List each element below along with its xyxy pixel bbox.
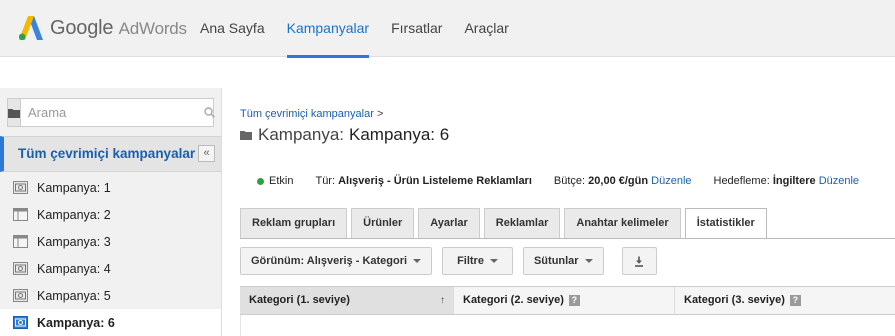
view-dropdown-label: Görünüm: Alışveriş - Kategori (251, 255, 408, 267)
filter-dropdown-label: Filtre (457, 255, 484, 267)
campaign-label: Kampanya: 1 (37, 180, 111, 195)
search-campaign-icon (13, 235, 28, 248)
campaign-list: Kampanya: 1 Kampanya: 2 Kampanya: 3 Kamp… (0, 174, 221, 336)
caret-down-icon (489, 259, 498, 263)
search-icon (204, 107, 215, 118)
budget-value: 20,00 €/gün (588, 175, 649, 187)
shopping-campaign-icon (13, 316, 28, 329)
folder-icon (240, 131, 252, 140)
search-input[interactable] (21, 99, 204, 126)
tab-statistics[interactable]: İstatistikler (684, 208, 767, 239)
tabs-divider (240, 238, 895, 239)
columns-dropdown-button[interactable]: Sütunlar (522, 247, 604, 275)
nav-campaigns[interactable]: Kampanyalar (286, 0, 369, 58)
table-header: Kategori (1. seviye) ↑ Kategori (2. sevi… (240, 286, 895, 315)
status-text: Etkin (269, 175, 294, 187)
caret-down-icon (584, 259, 593, 263)
logo-wordmark: Google AdWords (50, 17, 187, 40)
status-dot-icon (257, 177, 264, 185)
type-value: Alışveriş - Ürün Listeleme Reklamları (338, 175, 532, 187)
adwords-logo[interactable]: Google AdWords (18, 14, 187, 42)
folder-icon (8, 108, 20, 118)
download-icon (635, 256, 644, 267)
sidebar-item-campaign-3[interactable]: Kampanya: 3 (0, 228, 221, 255)
main-content: Tüm çevrimiçi kampanyalar > Kampanya: Ka… (222, 88, 895, 336)
search-campaign-icon (13, 208, 28, 221)
column-header-category-1[interactable]: Kategori (1. seviye) ↑ (240, 287, 454, 314)
shopping-campaign-icon (13, 289, 28, 302)
shopping-campaign-icon (13, 262, 28, 275)
caret-down-icon (413, 259, 422, 263)
collapse-sidebar-button[interactable]: « (198, 145, 215, 162)
double-chevron-left-icon: « (203, 147, 210, 159)
breadcrumb-separator: > (376, 108, 384, 120)
filter-dropdown-button[interactable]: Filtre (442, 247, 513, 275)
targeting-label: Hedefleme: (713, 175, 770, 187)
column-header-category-3[interactable]: Kategori (3. seviye) ? (675, 287, 895, 314)
nav-opportunities[interactable]: Fırsatlar (391, 0, 442, 57)
campaign-tabs: Reklam grupları Ürünler Ayarlar Reklamla… (240, 208, 771, 239)
tab-ad-groups[interactable]: Reklam grupları (240, 208, 348, 238)
breadcrumb-link[interactable]: Tüm çevrimiçi kampanyalar (240, 108, 374, 120)
campaign-label: Kampanya: 3 (37, 234, 111, 249)
sidebar-item-campaign-5[interactable]: Kampanya: 5 (0, 282, 221, 309)
campaign-label: Kampanya: 2 (37, 207, 111, 222)
sidebar-item-campaign-6[interactable]: Kampanya: 6 (0, 309, 221, 336)
column-header-category-2[interactable]: Kategori (2. seviye) ? (454, 287, 675, 314)
column-header-label: Kategori (2. seviye) (463, 294, 564, 306)
tab-keywords[interactable]: Anahtar kelimeler (564, 208, 681, 238)
page-title-value: Kampanya: 6 (349, 125, 450, 144)
logo-product: AdWords (118, 18, 187, 38)
column-header-label: Kategori (3. seviye) (684, 294, 785, 306)
sidebar-item-campaign-4[interactable]: Kampanya: 4 (0, 255, 221, 282)
sidebar: Tüm çevrimiçi kampanyalar « Kampanya: 1 … (0, 88, 222, 336)
nav-tools[interactable]: Araçlar (464, 0, 508, 57)
logo-google: Google (50, 16, 114, 39)
tab-ads[interactable]: Reklamlar (483, 208, 561, 238)
sidebar-all-campaigns[interactable]: Tüm çevrimiçi kampanyalar « (0, 136, 221, 172)
campaign-label: Kampanya: 5 (37, 288, 111, 303)
campaign-label: Kampanya: 4 (37, 261, 111, 276)
sort-ascending-icon: ↑ (440, 295, 445, 306)
table-toolbar: Görünüm: Alışveriş - Kategori Filtre Süt… (240, 247, 667, 275)
sidebar-item-campaign-2[interactable]: Kampanya: 2 (0, 201, 221, 228)
page-title-label: Kampanya: (258, 125, 344, 144)
download-button[interactable] (621, 247, 657, 275)
top-bar: Google AdWords Ana Sayfa Kampanyalar Fır… (0, 0, 895, 58)
type-label: Tür: (315, 175, 336, 187)
column-header-label: Kategori (1. seviye) (249, 294, 350, 306)
table-body (240, 315, 895, 336)
page-title: Kampanya: Kampanya: 6 (240, 125, 449, 145)
view-dropdown-button[interactable]: Görünüm: Alışveriş - Kategori (240, 247, 433, 275)
columns-dropdown-label: Sütunlar (533, 255, 579, 267)
folder-toggle-button[interactable] (8, 99, 21, 126)
help-icon[interactable]: ? (789, 295, 801, 306)
tab-settings[interactable]: Ayarlar (418, 208, 480, 238)
campaign-label: Kampanya: 6 (37, 315, 115, 330)
search-button[interactable] (204, 99, 215, 126)
sidebar-search (7, 98, 215, 127)
campaign-info-row: Etkin Tür: Alışveriş - Ürün Listeleme Re… (257, 175, 859, 187)
nav-home[interactable]: Ana Sayfa (200, 0, 265, 57)
edit-budget-link[interactable]: Düzenle (651, 175, 691, 187)
all-campaigns-label: Tüm çevrimiçi kampanyalar (18, 146, 196, 161)
budget-label: Bütçe: (553, 175, 586, 187)
help-icon[interactable]: ? (568, 295, 580, 306)
sidebar-item-campaign-1[interactable]: Kampanya: 1 (0, 174, 221, 201)
targeting-value: İngiltere (772, 175, 816, 187)
shopping-campaign-icon (13, 181, 28, 194)
main-nav: Ana Sayfa Kampanyalar Fırsatlar Araçlar (200, 0, 531, 58)
edit-targeting-link[interactable]: Düzenle (819, 175, 859, 187)
adwords-logo-icon (18, 16, 43, 41)
breadcrumb[interactable]: Tüm çevrimiçi kampanyalar > (240, 108, 383, 120)
tab-products[interactable]: Ürünler (351, 208, 415, 238)
